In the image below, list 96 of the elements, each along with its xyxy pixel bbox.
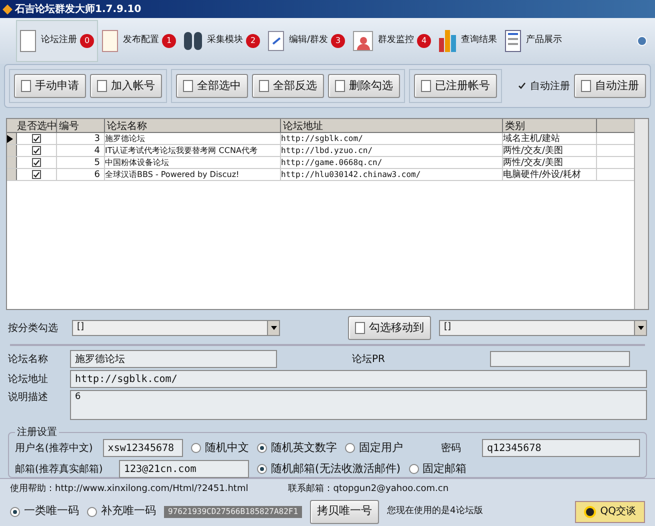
table-cell: 全球汉语BBS - Powered by Discuz! [105, 169, 281, 180]
help-link-text: 使用帮助：http://www.xinxilong.com/Html/?2451.html [10, 483, 248, 496]
tab[interactable]: 编辑/群发 3 [264, 20, 350, 62]
checkmark-icon [518, 82, 526, 90]
table-cell: 中国粉体设备论坛 [105, 157, 281, 168]
radio-option[interactable]: 固定邮箱 [408, 460, 467, 478]
forum-url-field[interactable]: http://sgblk.com/ [70, 370, 647, 388]
table-cell: 施罗德论坛 [105, 133, 281, 144]
contact-email-text: 联系邮箱：qtopgun2@yahoo.com.cn [288, 483, 449, 496]
bar-chart-icon [439, 30, 456, 52]
table-cell: IT认证考试代考论坛我要替考网 CCNA代考 [105, 145, 281, 156]
target-dropdown[interactable]: [] [439, 320, 647, 336]
row-checkbox[interactable] [32, 170, 41, 179]
table-cell: 6 [57, 169, 105, 180]
tab[interactable]: 采集模块 2 [180, 20, 264, 62]
radio-option[interactable]: 随机中文 [190, 440, 249, 456]
document-icon [97, 80, 107, 92]
field-label: 论坛名称 [8, 352, 49, 366]
forum-pr-field[interactable] [490, 351, 630, 367]
number-badge: 3 [331, 34, 346, 48]
table-cell: http://game.0668q.cn/ [281, 157, 503, 168]
column-header[interactable]: 论坛地址 [281, 119, 503, 132]
document-icon [259, 80, 269, 92]
table-cell: 3 [57, 133, 105, 144]
table-cell: http://sgblk.com/ [281, 133, 503, 144]
number-badge: 4 [417, 34, 432, 48]
radio-option[interactable]: 随机邮箱(无法收激活邮件) [257, 460, 401, 478]
scrollbar[interactable] [634, 119, 648, 309]
document-icon [21, 80, 31, 92]
table-cell: 域名主机/建站 [503, 133, 597, 144]
radio-option[interactable]: 固定用户 [344, 440, 403, 456]
auto-register-checkbox[interactable]: 自动注册 [518, 78, 570, 94]
table-cell: 5 [57, 157, 105, 168]
row-checkbox[interactable] [32, 158, 41, 167]
person-icon [353, 31, 374, 51]
number-badge: 2 [246, 34, 260, 48]
document-icon [183, 80, 193, 92]
number-badge: 0 [80, 34, 94, 48]
auto-register-button[interactable]: 自动注册 [574, 74, 646, 98]
number-badge: 1 [162, 34, 176, 48]
username-field[interactable]: xsw12345678 [102, 439, 183, 457]
table-cell: http://lbd.yzuo.cn/ [281, 145, 503, 156]
version-text: 您现在使用的是4论坛版 [387, 504, 483, 518]
tab[interactable]: 论坛注册 0 [16, 20, 98, 62]
column-header[interactable]: 论坛名称 [105, 119, 281, 132]
radio-option[interactable]: 一类唯一码 [10, 503, 79, 520]
document-icon [581, 80, 591, 92]
description-field[interactable]: 6 [70, 390, 647, 420]
toolbar-button[interactable]: 全部反选 [252, 74, 324, 98]
toolbar-button[interactable]: 已注册帐号 [414, 74, 497, 98]
table-cell: 两性/交友/美图 [503, 157, 597, 168]
toolbar-button[interactable]: 加入帐号 [90, 74, 162, 98]
tab[interactable]: 群发监控 4 [349, 20, 436, 62]
table-cell: http://hlu030142.chinaw3.com/ [281, 169, 503, 180]
document-icon [102, 30, 118, 52]
field-label: 论坛地址 [8, 372, 49, 386]
radio-option[interactable]: 随机英文数字 [256, 440, 337, 456]
document-icon [20, 30, 36, 52]
filter-label: 按分类勾选 [8, 322, 59, 336]
field-label: 邮箱(推荐真实邮箱) [15, 462, 104, 476]
forum-name-field[interactable]: 施罗德论坛 [70, 350, 277, 368]
help-icon[interactable] [637, 36, 647, 46]
toolbar-button[interactable]: 手动申请 [14, 74, 86, 98]
move-to-button[interactable]: 勾选移动到 [348, 316, 431, 340]
document-icon [355, 322, 365, 334]
copy-code-button[interactable]: 拷贝唯一号 [310, 500, 380, 524]
unique-code-field: 97621939CD27566B185827A82F1 [164, 506, 302, 518]
toolbar-button[interactable]: 全部选中 [176, 74, 248, 98]
table-cell: 4 [57, 145, 105, 156]
qq-chat-button[interactable]: QQ交谈 [575, 500, 645, 522]
email-field[interactable]: 123@21cn.com [119, 460, 249, 478]
tab[interactable]: 发布配置 1 [98, 20, 180, 62]
category-dropdown[interactable]: [] [72, 320, 280, 336]
column-header[interactable]: 编号 [57, 119, 105, 132]
row-checkbox[interactable] [32, 146, 41, 155]
binoculars-icon [184, 32, 202, 50]
tab[interactable]: 查询结果 [435, 20, 502, 62]
table-cell: 电脑硬件/外设/耗材 [503, 169, 597, 180]
pen-icon [268, 31, 284, 51]
field-label: 论坛PR [352, 352, 386, 366]
row-checkbox[interactable] [32, 134, 41, 143]
field-label: 用户名(推荐中文) [15, 442, 94, 456]
password-field[interactable]: q12345678 [482, 439, 640, 457]
tab[interactable]: 产品展示 [501, 20, 566, 62]
column-header[interactable]: 类别 [503, 119, 597, 132]
document-icon [421, 80, 431, 92]
radio-option[interactable]: 补充唯一码 [87, 503, 156, 520]
penguin-icon [584, 506, 596, 518]
field-label: 密码 [440, 442, 462, 456]
table-cell: 两性/交友/美图 [503, 145, 597, 156]
window-title: 石吉论坛群发大师1.7.9.10 [15, 2, 142, 16]
column-header[interactable]: 是否选中 [7, 119, 57, 132]
toolbar-button[interactable]: 删除勾选 [328, 74, 400, 98]
list-icon [505, 30, 522, 52]
field-label: 说明描述 [8, 390, 49, 405]
document-icon [335, 80, 345, 92]
